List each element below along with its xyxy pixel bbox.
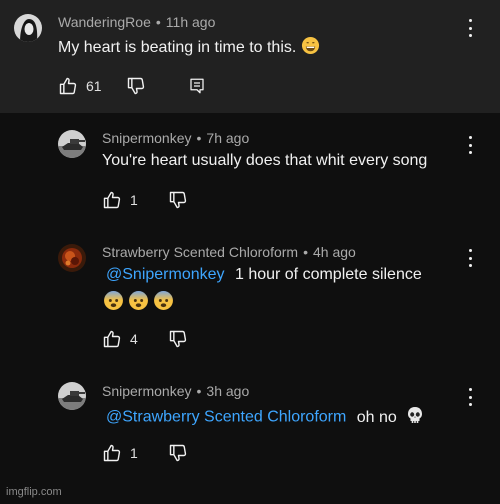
comment-actions: 61 [58,75,206,97]
timestamp[interactable]: 11h ago [166,14,216,30]
like-button[interactable]: 4 [102,329,138,349]
grinning-face-icon [301,36,320,60]
thumbs-down-icon [169,191,186,209]
avatar[interactable] [58,130,86,158]
imgflip-watermark: imgflip.com [6,486,62,498]
like-button[interactable]: 61 [58,76,102,96]
like-count: 1 [130,445,138,461]
comment-text: @Strawberry Scented Chloroform oh no [106,405,425,430]
comment-meta: Strawberry Scented Chloroform • 4h ago [102,244,356,260]
comment-meta: Snipermonkey • 7h ago [102,130,249,146]
comment-body: My heart is beating in time to this. [58,39,297,57]
reply-button[interactable] [188,77,206,95]
comment-text: You're heart usually does that whit ever… [102,152,427,170]
comment-meta: Snipermonkey • 3h ago [102,383,249,399]
author-name[interactable]: Snipermonkey [102,130,192,146]
like-count: 1 [130,192,138,208]
like-button[interactable]: 1 [102,443,138,463]
meta-separator: • [196,130,202,146]
avatar[interactable] [58,382,86,410]
thumbs-up-icon [103,444,121,462]
dislike-button[interactable] [126,76,146,96]
fearful-face-icon [153,290,174,316]
author-name[interactable]: WanderingRoe [58,14,151,30]
meta-separator: • [196,383,202,399]
more-options-icon[interactable] [466,249,474,267]
fearful-face-icon [103,290,124,316]
comment-body: You're heart usually does that whit ever… [102,152,428,169]
comment-actions: 1 [102,189,188,211]
more-options-icon[interactable] [466,136,474,154]
comment-actions: 1 [102,442,188,464]
timestamp[interactable]: 4h ago [313,244,356,260]
comment-text: My heart is beating in time to this. [58,36,320,60]
like-count: 4 [130,331,138,347]
meta-separator: • [303,244,308,260]
dislike-button[interactable] [168,329,188,349]
thumbs-up-icon [103,191,121,209]
comment-text: @Snipermonkey 1 hour of complete silence [106,266,422,284]
like-button[interactable]: 1 [102,190,138,210]
mention-link[interactable]: @Strawberry Scented Chloroform [106,409,346,426]
dislike-button[interactable] [168,443,188,463]
thumbs-down-icon [169,444,186,462]
comment-meta: WanderingRoe • 11h ago [58,14,215,30]
thumbs-down-icon [169,330,186,348]
thumbs-down-icon [127,77,144,95]
thumbs-up-icon [59,77,77,95]
timestamp[interactable]: 3h ago [206,383,249,399]
mention-link[interactable]: @Snipermonkey [106,266,225,283]
author-name[interactable]: Strawberry Scented Chloroform [102,244,298,260]
more-options-icon[interactable] [466,19,474,37]
skull-icon [405,405,425,430]
author-name[interactable]: Snipermonkey [102,383,192,399]
reply-comment-icon [189,78,204,94]
emoji-row [103,290,174,316]
like-count: 61 [86,78,102,94]
fearful-face-icon [128,290,149,316]
timestamp[interactable]: 7h ago [206,130,249,146]
dislike-button[interactable] [168,190,188,210]
comment-body: oh no [356,408,397,426]
avatar[interactable] [58,244,86,272]
avatar[interactable] [14,14,42,42]
thumbs-up-icon [103,330,121,348]
comment-actions: 4 [102,328,188,350]
meta-separator: • [155,14,161,30]
more-options-icon[interactable] [466,388,474,406]
comment-body: 1 hour of complete silence [234,266,422,283]
